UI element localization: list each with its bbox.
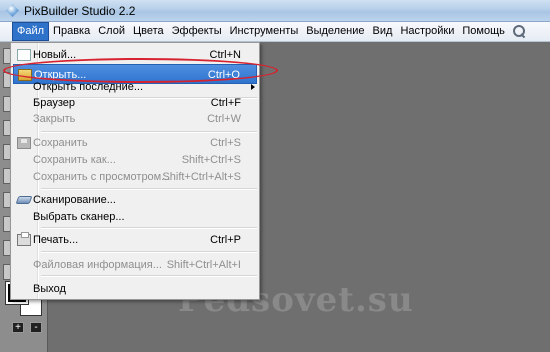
menu-item-close[interactable]: Закрыть Ctrl+W — [13, 109, 257, 129]
search-icon[interactable] — [512, 24, 526, 38]
annotation-highlight-ring — [3, 58, 278, 83]
menu-item-file-info[interactable]: Файловая информация... Shift+Ctrl+Alt+I — [13, 255, 257, 275]
menu-tools[interactable]: Инструменты — [226, 22, 303, 41]
menu-separator — [41, 275, 257, 277]
printer-icon — [17, 232, 31, 246]
zoom-out-button[interactable]: - — [30, 322, 42, 333]
new-document-icon — [17, 49, 31, 61]
menu-separator — [41, 251, 257, 253]
menu-selection[interactable]: Выделение — [302, 22, 368, 41]
menu-item-print[interactable]: Печать... Ctrl+P — [13, 230, 257, 250]
window-title: PixBuilder Studio 2.2 — [24, 4, 136, 18]
save-icon — [17, 137, 31, 149]
submenu-arrow-icon — [251, 84, 255, 90]
menu-item-select-scanner[interactable]: Выбрать сканер... — [13, 207, 257, 227]
menu-settings[interactable]: Настройки — [396, 22, 458, 41]
menu-help[interactable]: Помощь — [458, 22, 509, 41]
menu-file[interactable]: Файл — [12, 22, 50, 41]
app-icon — [6, 4, 19, 17]
menu-item-save-for-web[interactable]: Сохранить с просмотром... Shift+Ctrl+Alt… — [13, 167, 257, 187]
menu-layer[interactable]: Слой — [94, 22, 129, 41]
title-bar[interactable]: PixBuilder Studio 2.2 — [0, 0, 550, 22]
menu-colors[interactable]: Цвета — [129, 22, 168, 41]
menu-item-exit[interactable]: Выход — [13, 279, 257, 299]
menu-view[interactable]: Вид — [369, 22, 397, 41]
menu-effects[interactable]: Эффекты — [168, 22, 226, 41]
scanner-icon — [15, 196, 33, 204]
menu-edit[interactable]: Правка — [49, 22, 94, 41]
zoom-in-button[interactable]: + — [12, 322, 24, 333]
menu-separator — [41, 227, 257, 229]
menu-bar: Файл Правка Слой Цвета Эффекты Инструменты Выд… — [0, 22, 550, 42]
